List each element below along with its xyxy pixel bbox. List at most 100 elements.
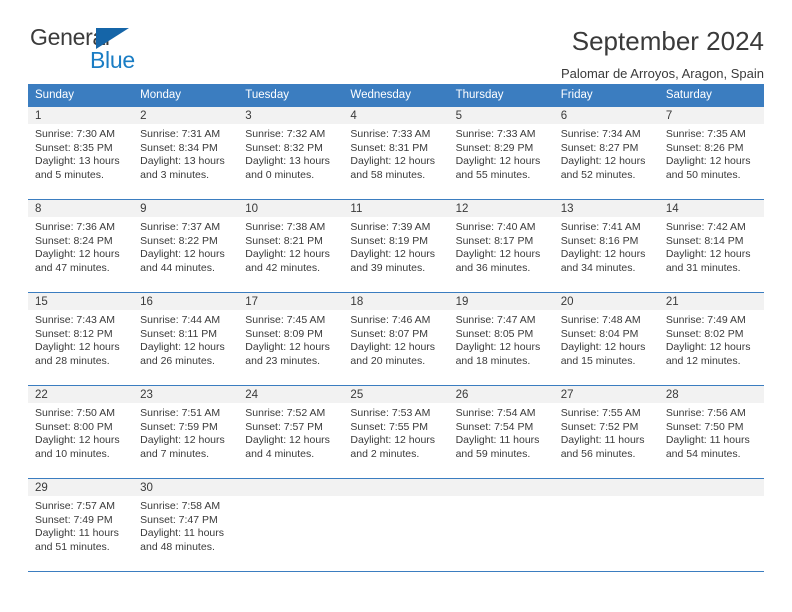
daylight-duration-line1: Daylight: 12 hours [140, 341, 225, 354]
sunrise-time: Sunrise: 7:36 AM [35, 221, 115, 233]
day-number: 25 [343, 386, 449, 403]
calendar-day-cell[interactable]: 18 Sunrise: 7:46 AM Sunset: 8:07 PM Dayligh… [343, 292, 449, 386]
day-details: Sunrise: 7:46 AM Sunset: 8:07 PM Daylight:… [343, 310, 448, 368]
calendar-week-row: 15 Sunrise: 7:43 AM Sunset: 8:12 PM Dayligh… [28, 292, 764, 386]
day-details: Sunrise: 7:42 AM Sunset: 8:14 PM Daylight:… [659, 217, 764, 275]
sunrise-time: Sunrise: 7:41 AM [560, 221, 641, 233]
calendar-day-cell[interactable]: 12 Sunrise: 7:40 AM Sunset: 8:17 PM Dayligh… [448, 199, 554, 293]
calendar-day-cell[interactable]: 16 Sunrise: 7:44 AM Sunset: 8:11 PM Dayligh… [133, 292, 239, 386]
calendar-page: General Blue September 2024 Palomar de A… [0, 0, 792, 612]
sunset-time: Sunset: 7:49 PM [35, 513, 113, 526]
day-details: Sunrise: 7:53 AM Sunset: 7:55 PM Daylight:… [343, 403, 448, 461]
day-number: 8 [28, 200, 134, 217]
day-number: 4 [343, 107, 449, 124]
daylight-duration-line2: and 51 minutes. [35, 540, 110, 553]
sunset-time: Sunset: 8:26 PM [665, 141, 744, 154]
sunset-time: Sunset: 8:29 PM [455, 141, 534, 154]
day-details: Sunrise: 7:49 AM Sunset: 8:02 PM Daylight:… [659, 310, 764, 368]
day-number: 5 [448, 107, 554, 124]
day-number: 15 [28, 293, 134, 310]
calendar-day-cell[interactable]: 28 Sunrise: 7:56 AM Sunset: 7:50 PM Dayligh… [658, 385, 764, 479]
sunset-time: Sunset: 8:21 PM [245, 234, 323, 247]
sunset-time: Sunset: 8:05 PM [455, 327, 534, 340]
daylight-duration-line1: Daylight: 11 hours [35, 527, 119, 540]
daylight-duration-line1: Daylight: 12 hours [35, 434, 120, 447]
day-number: 13 [553, 200, 659, 217]
calendar-day-cell[interactable]: 29 Sunrise: 7:57 AM Sunset: 7:49 PM Dayligh… [28, 478, 134, 572]
calendar-day-cell[interactable]: 23 Sunrise: 7:51 AM Sunset: 7:59 PM Dayligh… [133, 385, 239, 479]
sunrise-time: Sunrise: 7:40 AM [455, 221, 536, 233]
calendar-day-cell[interactable]: 2 Sunrise: 7:31 AM Sunset: 8:34 PM Daylight… [133, 106, 239, 200]
calendar-day-cell[interactable]: 20 Sunrise: 7:48 AM Sunset: 8:04 PM Dayligh… [553, 292, 659, 386]
calendar-body: 1 Sunrise: 7:30 AM Sunset: 8:35 PM Daylight… [28, 106, 764, 572]
calendar-day-cell-empty [448, 478, 554, 572]
sunset-time: Sunset: 8:19 PM [350, 234, 429, 247]
day-details: Sunrise: 7:58 AM Sunset: 7:47 PM Daylight:… [133, 496, 238, 554]
daylight-duration-line2: and 55 minutes. [455, 168, 531, 181]
daylight-duration-line1: Daylight: 12 hours [560, 341, 646, 354]
day-number: 30 [133, 479, 239, 496]
calendar-day-cell[interactable]: 19 Sunrise: 7:47 AM Sunset: 8:05 PM Dayligh… [448, 292, 554, 386]
sunrise-time: Sunrise: 7:52 AM [245, 407, 326, 419]
sunrise-time: Sunrise: 7:50 AM [35, 407, 115, 419]
calendar-day-cell[interactable]: 21 Sunrise: 7:49 AM Sunset: 8:02 PM Dayligh… [658, 292, 764, 386]
sunrise-time: Sunrise: 7:45 AM [245, 314, 326, 326]
calendar-day-cell[interactable]: 5 Sunrise: 7:33 AM Sunset: 8:29 PM Daylight… [448, 106, 554, 200]
sunset-time: Sunset: 7:59 PM [140, 420, 218, 433]
daylight-duration-line2: and 56 minutes. [560, 447, 636, 460]
calendar-day-cell[interactable]: 24 Sunrise: 7:52 AM Sunset: 7:57 PM Dayligh… [238, 385, 344, 479]
day-number: 9 [133, 200, 239, 217]
calendar-day-cell[interactable]: 14 Sunrise: 7:42 AM Sunset: 8:14 PM Dayligh… [658, 199, 764, 293]
daylight-duration-line1: Daylight: 12 hours [350, 155, 436, 168]
daylight-duration-line1: Daylight: 12 hours [350, 248, 436, 261]
day-details: Sunrise: 7:54 AM Sunset: 7:54 PM Daylight:… [449, 403, 554, 461]
daylight-duration-line2: and 48 minutes. [140, 540, 215, 553]
daylight-duration-line1: Daylight: 12 hours [140, 248, 225, 261]
calendar-day-cell[interactable]: 8 Sunrise: 7:36 AM Sunset: 8:24 PM Daylight… [28, 199, 134, 293]
sunset-time: Sunset: 8:27 PM [560, 141, 639, 154]
sunset-time: Sunset: 8:09 PM [245, 327, 323, 340]
calendar-day-cell[interactable]: 1 Sunrise: 7:30 AM Sunset: 8:35 PM Daylight… [28, 106, 134, 200]
daylight-duration-line2: and 7 minutes. [140, 447, 210, 460]
title-block: September 2024 Palomar de Arroyos, Arago… [561, 24, 764, 83]
sunset-time: Sunset: 7:54 PM [455, 420, 534, 433]
daylight-duration-line1: Daylight: 13 hours [35, 155, 120, 168]
daylight-duration-line2: and 3 minutes. [140, 168, 210, 181]
calendar-day-cell[interactable]: 26 Sunrise: 7:54 AM Sunset: 7:54 PM Dayligh… [448, 385, 554, 479]
day-details: Sunrise: 7:32 AM Sunset: 8:32 PM Daylight:… [238, 124, 343, 182]
calendar-day-cell[interactable]: 9 Sunrise: 7:37 AM Sunset: 8:22 PM Daylight… [133, 199, 239, 293]
calendar-week-row: 22 Sunrise: 7:50 AM Sunset: 8:00 PM Dayligh… [28, 385, 764, 479]
weekday-header-sunday: Sunday [28, 84, 134, 107]
sunrise-time: Sunrise: 7:53 AM [350, 407, 431, 419]
calendar-day-cell[interactable]: 22 Sunrise: 7:50 AM Sunset: 8:00 PM Dayligh… [28, 385, 134, 479]
daylight-duration-line2: and 59 minutes. [455, 447, 531, 460]
daylight-duration-line2: and 36 minutes. [455, 261, 531, 274]
sunset-time: Sunset: 8:16 PM [560, 234, 639, 247]
calendar-day-cell[interactable]: 10 Sunrise: 7:38 AM Sunset: 8:21 PM Dayligh… [238, 199, 344, 293]
calendar-day-cell[interactable]: 15 Sunrise: 7:43 AM Sunset: 8:12 PM Dayligh… [28, 292, 134, 386]
calendar-day-cell[interactable]: 7 Sunrise: 7:35 AM Sunset: 8:26 PM Daylight… [658, 106, 764, 200]
sunset-time: Sunset: 8:07 PM [350, 327, 429, 340]
calendar-day-cell[interactable]: 6 Sunrise: 7:34 AM Sunset: 8:27 PM Daylight… [553, 106, 659, 200]
daylight-duration-line1: Daylight: 13 hours [140, 155, 225, 168]
calendar-day-cell[interactable]: 17 Sunrise: 7:45 AM Sunset: 8:09 PM Dayligh… [238, 292, 344, 386]
calendar-day-cell[interactable]: 30 Sunrise: 7:58 AM Sunset: 7:47 PM Dayligh… [133, 478, 239, 572]
daylight-duration-line1: Daylight: 13 hours [245, 155, 330, 168]
daylight-duration-line2: and 15 minutes. [560, 354, 636, 367]
day-number: 29 [28, 479, 134, 496]
general-blue-logo: General Blue [28, 24, 158, 76]
calendar-day-cell[interactable]: 27 Sunrise: 7:55 AM Sunset: 7:52 PM Dayligh… [553, 385, 659, 479]
sunset-time: Sunset: 7:50 PM [665, 420, 744, 433]
calendar-day-cell[interactable]: 25 Sunrise: 7:53 AM Sunset: 7:55 PM Dayligh… [343, 385, 449, 479]
sunrise-time: Sunrise: 7:35 AM [665, 128, 746, 140]
page-title: September 2024 [571, 26, 764, 56]
calendar-day-cell[interactable]: 11 Sunrise: 7:39 AM Sunset: 8:19 PM Dayligh… [343, 199, 449, 293]
day-details: Sunrise: 7:44 AM Sunset: 8:11 PM Daylight:… [133, 310, 238, 368]
calendar-day-cell[interactable]: 13 Sunrise: 7:41 AM Sunset: 8:16 PM Dayligh… [553, 199, 659, 293]
calendar-day-cell[interactable]: 4 Sunrise: 7:33 AM Sunset: 8:31 PM Daylight… [343, 106, 449, 200]
calendar-day-cell[interactable]: 3 Sunrise: 7:32 AM Sunset: 8:32 PM Daylight… [238, 106, 344, 200]
calendar-day-cell-empty [238, 478, 344, 572]
day-number: 1 [28, 107, 134, 124]
day-details: Sunrise: 7:51 AM Sunset: 7:59 PM Daylight:… [133, 403, 238, 461]
sunset-time: Sunset: 7:55 PM [350, 420, 429, 433]
